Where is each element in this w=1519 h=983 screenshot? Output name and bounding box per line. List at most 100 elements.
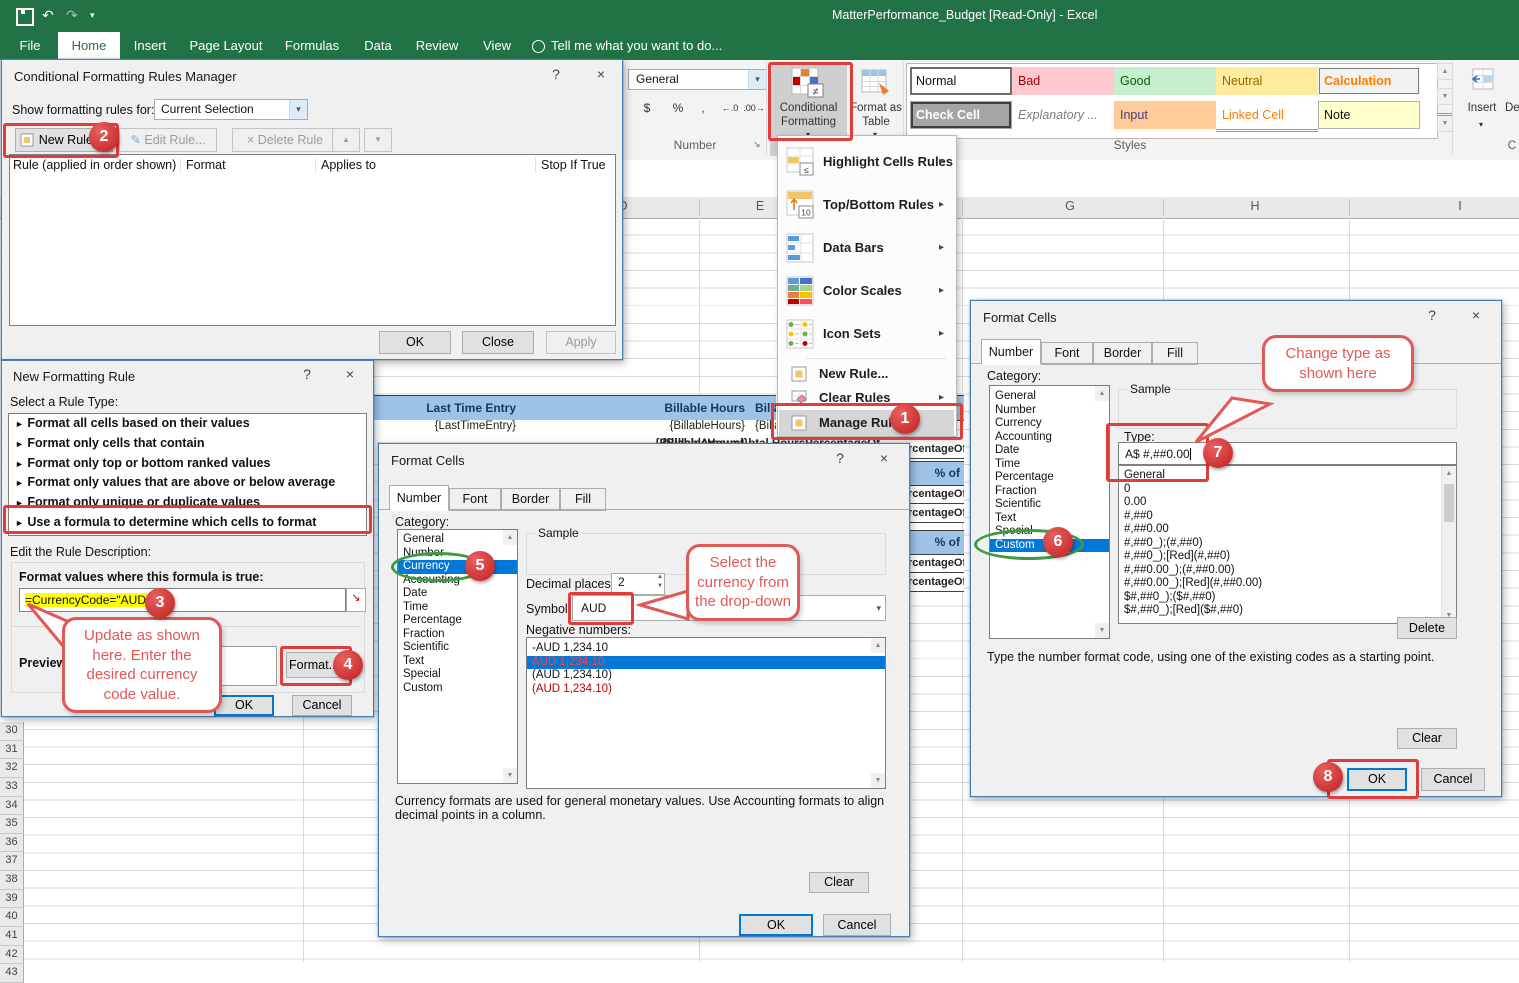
delete-button[interactable]: Delete bbox=[1397, 617, 1457, 639]
number-format-combo[interactable]: General ▾ bbox=[628, 69, 767, 90]
type-option[interactable]: #,##0_);(#,##0) bbox=[1119, 537, 1456, 551]
delete-cells-label[interactable]: De bbox=[1505, 102, 1519, 114]
rule-type-option[interactable]: ► Format only values that are above or b… bbox=[9, 473, 366, 493]
category-option[interactable]: Currency bbox=[990, 417, 1109, 431]
insert-cells-button[interactable]: Insert ▾ bbox=[1458, 64, 1506, 154]
scroll-up-icon[interactable]: ▲ bbox=[503, 530, 517, 545]
rule-type-option[interactable]: ► Format only cells that contain bbox=[9, 434, 366, 454]
clear-button[interactable]: Clear bbox=[809, 872, 869, 893]
move-down-button[interactable]: ▼ bbox=[364, 128, 392, 152]
close-icon[interactable]: × bbox=[1461, 307, 1491, 323]
row-header[interactable]: 34 bbox=[0, 797, 24, 816]
scroll-down-icon[interactable]: ▼ bbox=[871, 773, 885, 788]
tab-font[interactable]: Font bbox=[1041, 342, 1093, 365]
save-icon[interactable] bbox=[16, 8, 34, 26]
style-normal[interactable]: Normal bbox=[910, 67, 1012, 95]
apply-button[interactable]: Apply bbox=[546, 331, 616, 354]
type-option[interactable]: #,##0_);[Red](#,##0) bbox=[1119, 550, 1456, 564]
increase-decimal-button[interactable]: ←.0 bbox=[718, 97, 742, 119]
style-linked-cell[interactable]: Linked Cell bbox=[1216, 101, 1318, 132]
close-icon[interactable]: × bbox=[869, 450, 899, 466]
collapse-dialog-button[interactable]: ↘ bbox=[346, 588, 366, 612]
tell-me-box[interactable]: Tell me what you want to do... bbox=[532, 32, 742, 60]
help-icon[interactable]: ? bbox=[294, 366, 320, 382]
tab-view[interactable]: View bbox=[470, 32, 524, 60]
row-header[interactable]: 36 bbox=[0, 834, 24, 853]
rule-type-option[interactable]: ► Format only top or bottom ranked value… bbox=[9, 454, 366, 474]
row-header[interactable]: 39 bbox=[0, 890, 24, 909]
type-option[interactable]: 0 bbox=[1119, 483, 1456, 497]
ok-button[interactable]: OK bbox=[214, 695, 274, 716]
category-option[interactable]: Text bbox=[990, 512, 1109, 526]
category-option[interactable]: Scientific bbox=[398, 641, 517, 655]
column-header-i[interactable]: I bbox=[1449, 199, 1471, 213]
type-option[interactable]: $#,##0_);($#,##0) bbox=[1119, 591, 1456, 605]
style-calculation[interactable]: Calculation bbox=[1318, 67, 1420, 95]
column-header-e[interactable]: E bbox=[749, 199, 771, 213]
style-explanatory[interactable]: Explanatory ... bbox=[1012, 101, 1114, 129]
percent-style-button[interactable]: % bbox=[666, 97, 690, 119]
category-option[interactable]: Time bbox=[990, 458, 1109, 472]
type-option[interactable]: #,##0.00 bbox=[1119, 523, 1456, 537]
category-option[interactable]: Percentage bbox=[990, 471, 1109, 485]
category-option[interactable]: Special bbox=[398, 668, 517, 682]
close-icon[interactable]: × bbox=[586, 66, 616, 82]
style-input[interactable]: Input bbox=[1114, 101, 1216, 129]
row-header[interactable]: 41 bbox=[0, 927, 24, 946]
rule-type-option[interactable]: ► Format all cells based on their values bbox=[9, 414, 366, 434]
gallery-scroll-up-icon[interactable]: ▲ bbox=[1437, 63, 1453, 80]
column-header-h[interactable]: H bbox=[1244, 199, 1266, 213]
category-option[interactable]: Date bbox=[398, 587, 517, 601]
row-header[interactable]: 37 bbox=[0, 852, 24, 871]
tab-insert[interactable]: Insert bbox=[122, 32, 178, 60]
menu-item-color-scales[interactable]: Color Scales ▸ bbox=[779, 270, 954, 313]
category-option[interactable]: Custom bbox=[398, 682, 517, 696]
category-option[interactable]: Date bbox=[990, 444, 1109, 458]
category-option[interactable]: General bbox=[398, 533, 517, 547]
row-header[interactable]: 31 bbox=[0, 741, 24, 760]
category-option[interactable]: Fraction bbox=[990, 485, 1109, 499]
tab-border[interactable]: Border bbox=[501, 488, 560, 511]
scroll-up-icon[interactable]: ▲ bbox=[1442, 466, 1456, 481]
tab-number[interactable]: Number bbox=[389, 485, 449, 511]
rules-list[interactable]: Rule (applied in order shown) Format App… bbox=[9, 154, 616, 326]
menu-item-new-rule[interactable]: New Rule... bbox=[779, 362, 954, 386]
clear-button[interactable]: Clear bbox=[1397, 728, 1457, 749]
tab-number[interactable]: Number bbox=[981, 339, 1041, 365]
tab-fill[interactable]: Fill bbox=[560, 488, 606, 511]
negative-option[interactable]: -AUD 1,234.10 bbox=[527, 642, 885, 656]
row-header[interactable]: 33 bbox=[0, 778, 24, 797]
negative-option-selected[interactable]: AUD 1,234.10 bbox=[527, 656, 885, 670]
tab-border[interactable]: Border bbox=[1093, 342, 1152, 365]
negative-option[interactable]: (AUD 1,234.10) bbox=[527, 683, 885, 697]
tab-data[interactable]: Data bbox=[352, 32, 404, 60]
ok-button[interactable]: OK bbox=[379, 331, 451, 354]
row-header[interactable]: 35 bbox=[0, 815, 24, 834]
tab-fill[interactable]: Fill bbox=[1152, 342, 1198, 365]
category-option[interactable]: Time bbox=[398, 601, 517, 615]
quick-access-more-icon[interactable]: ▾ bbox=[90, 10, 95, 21]
tab-review[interactable]: Review bbox=[406, 32, 468, 60]
row-header[interactable]: 32 bbox=[0, 759, 24, 778]
ok-button[interactable]: OK bbox=[739, 914, 813, 936]
edit-rule-button[interactable]: ✎ Edit Rule... bbox=[119, 128, 217, 152]
show-rules-combo[interactable]: Current Selection ▾ bbox=[154, 99, 308, 120]
row-header[interactable]: 38 bbox=[0, 871, 24, 890]
redo-icon[interactable]: ↷ bbox=[66, 7, 78, 24]
type-option[interactable]: $#,##0_);[Red]($#,##0) bbox=[1119, 604, 1456, 618]
style-neutral[interactable]: Neutral bbox=[1216, 67, 1318, 95]
category-option[interactable]: General bbox=[990, 390, 1109, 404]
row-header[interactable]: 40 bbox=[0, 908, 24, 927]
gallery-scroll-down-icon[interactable]: ▼ bbox=[1437, 88, 1453, 105]
tab-file[interactable]: File bbox=[8, 32, 52, 60]
help-icon[interactable]: ? bbox=[542, 66, 570, 82]
style-good[interactable]: Good bbox=[1114, 67, 1216, 95]
category-option[interactable]: Number bbox=[990, 404, 1109, 418]
close-icon[interactable]: × bbox=[336, 366, 364, 382]
category-option[interactable]: Accounting bbox=[990, 431, 1109, 445]
close-button[interactable]: Close bbox=[462, 331, 534, 354]
negative-option[interactable]: (AUD 1,234.10) bbox=[527, 669, 885, 683]
row-header[interactable]: 43 bbox=[0, 964, 24, 983]
scroll-down-icon[interactable]: ▼ bbox=[503, 768, 517, 783]
tab-home[interactable]: Home bbox=[58, 32, 120, 60]
